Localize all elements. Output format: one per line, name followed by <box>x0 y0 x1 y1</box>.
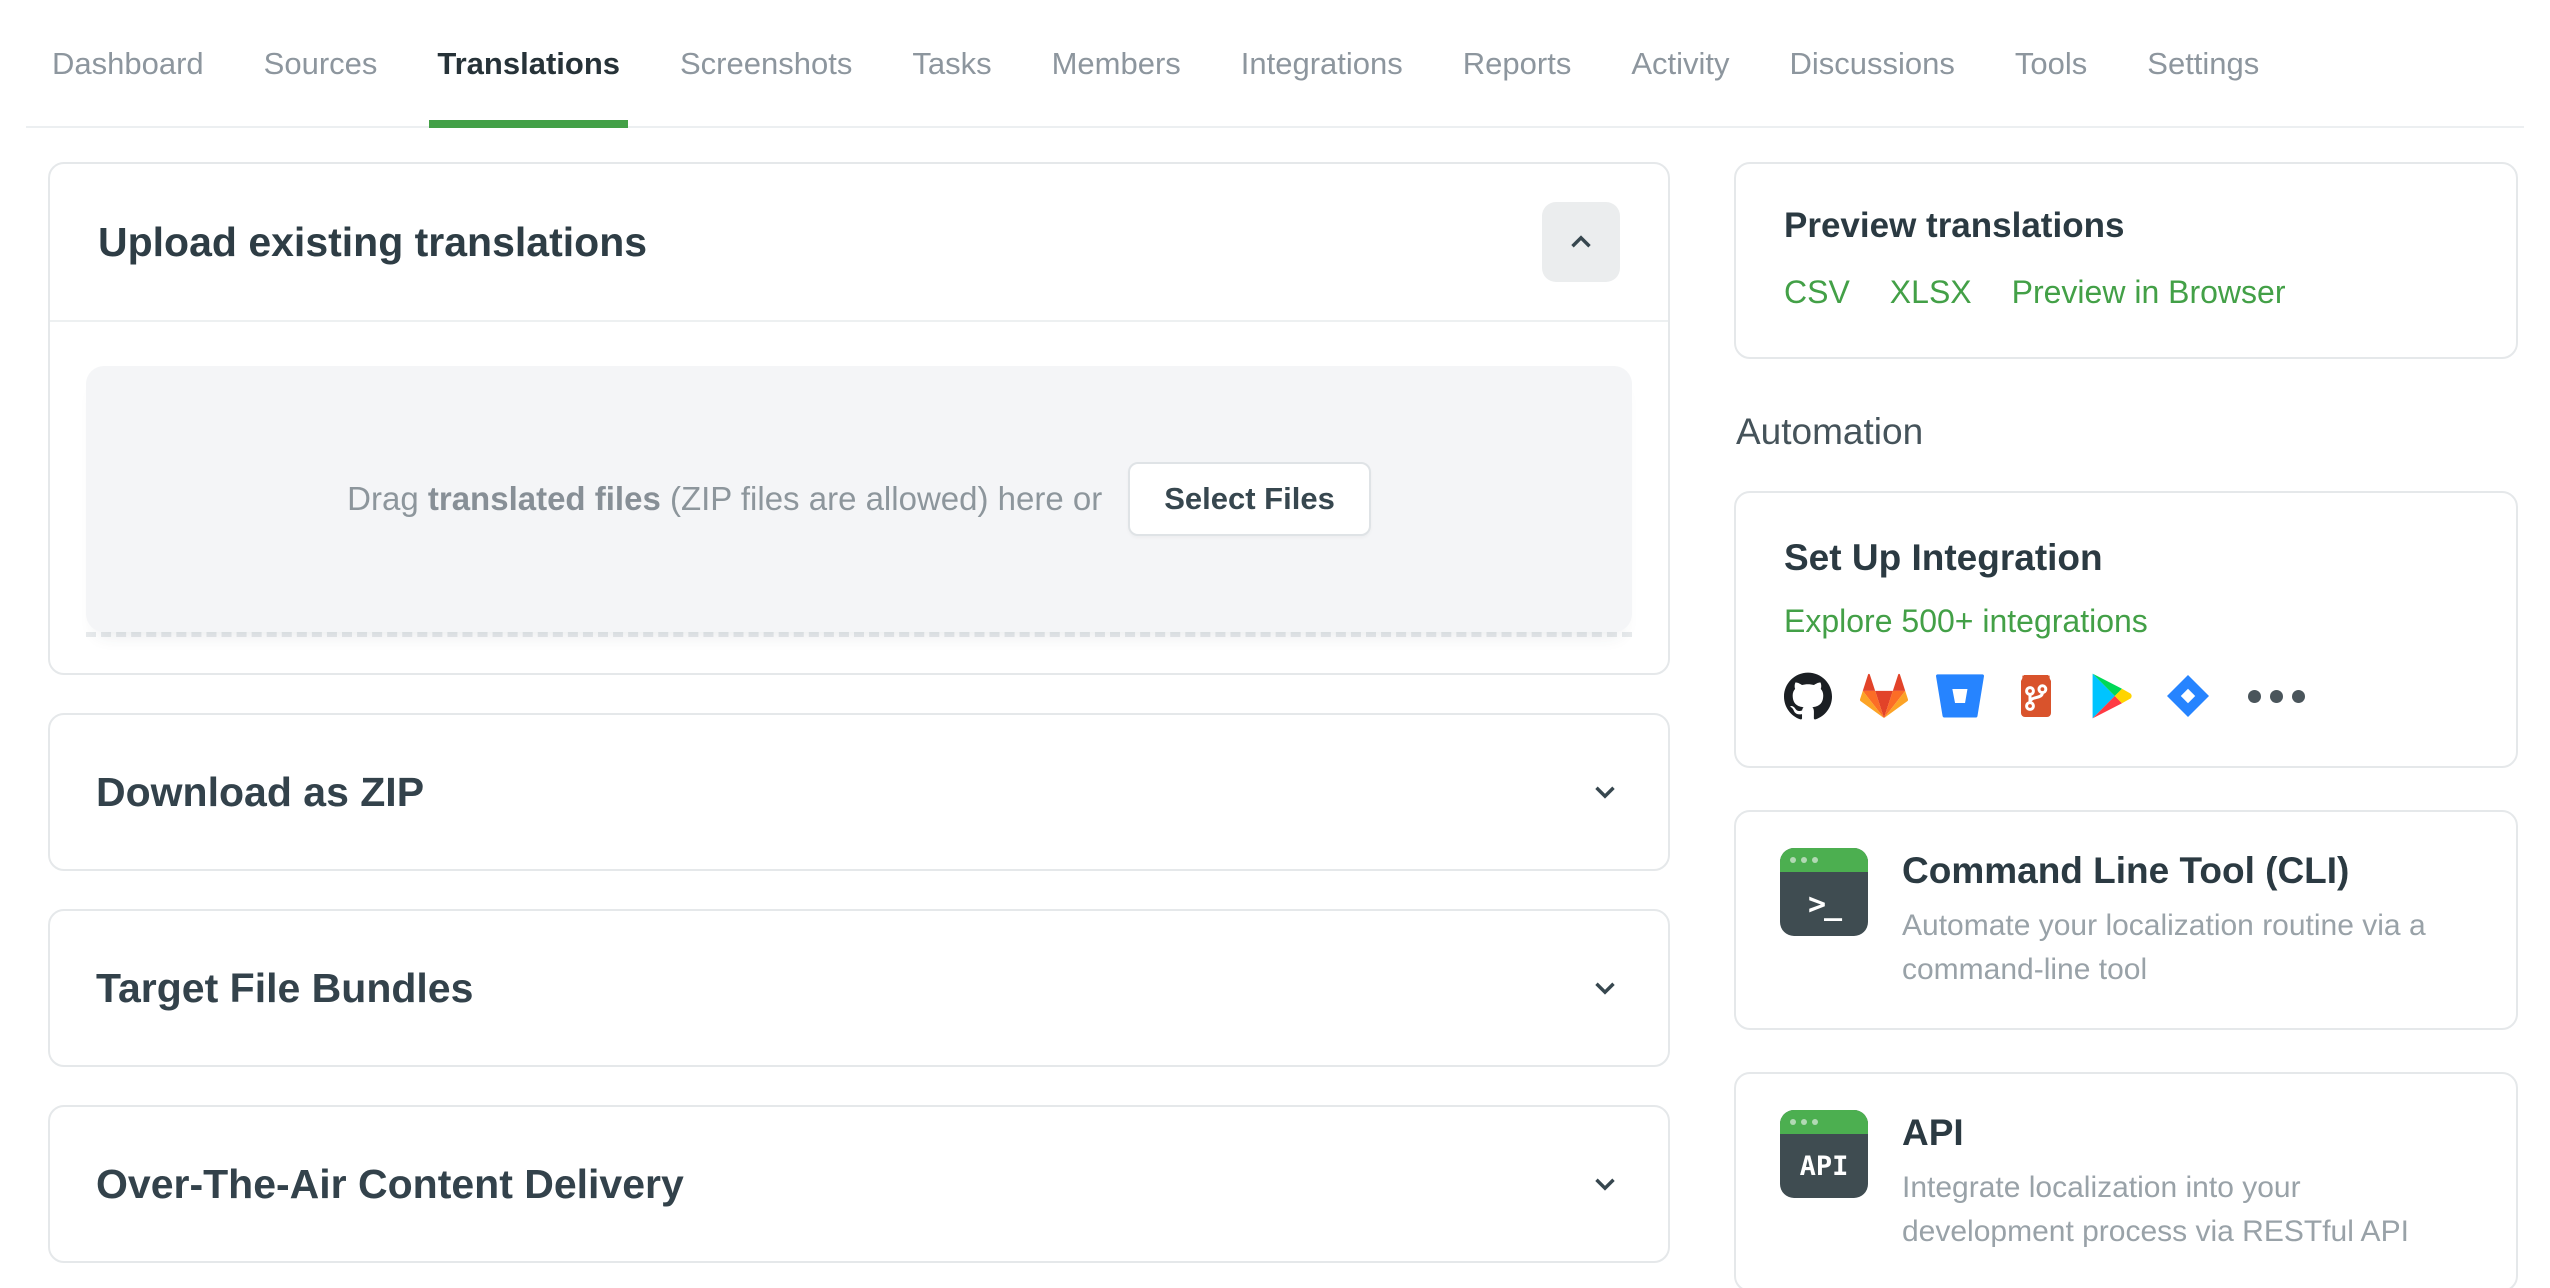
preview-csv-link[interactable]: CSV <box>1784 274 1850 311</box>
set-up-integration-card: Set Up Integration Explore 500+ integrat… <box>1734 491 2518 768</box>
project-tabs: Dashboard Sources Translations Screensho… <box>26 0 2524 128</box>
preview-links-row: CSV XLSX Preview in Browser <box>1784 274 2468 311</box>
api-card[interactable]: API API Integrate localization into your… <box>1734 1072 2518 1288</box>
tab-sources[interactable]: Sources <box>262 46 380 126</box>
github-icon[interactable] <box>1784 672 1832 720</box>
preview-xlsx-link[interactable]: XLSX <box>1890 274 1972 311</box>
dropzone-text-prefix: Drag <box>347 480 419 517</box>
google-play-icon[interactable] <box>2088 672 2136 720</box>
set-up-integration-title: Set Up Integration <box>1784 537 2103 578</box>
chevron-up-icon <box>1571 235 1591 248</box>
terminal-prompt: >_ <box>1807 886 1842 922</box>
preview-translations-title: Preview translations <box>1784 206 2125 245</box>
collapse-section-button[interactable] <box>1542 202 1620 282</box>
cli-card-text: Command Line Tool (CLI) Automate your lo… <box>1902 848 2472 992</box>
upload-card-title: Upload existing translations <box>98 218 648 265</box>
cli-tool-card[interactable]: >_ Command Line Tool (CLI) Automate your… <box>1734 810 2518 1031</box>
file-dropzone[interactable]: Drag translated files (ZIP files are all… <box>86 366 1632 632</box>
chevron-down-icon <box>1595 786 1615 799</box>
download-as-zip-section[interactable]: Download as ZIP <box>48 713 1670 871</box>
upload-card-header: Upload existing translations <box>50 164 1668 320</box>
api-card-description: Integrate localization into your develop… <box>1902 1171 2409 1249</box>
terminal-icon: >_ <box>1780 848 1868 936</box>
page-body: Upload existing translations Drag transl… <box>0 128 2550 1288</box>
explore-integrations-link[interactable]: Explore 500+ integrations <box>1784 603 2148 640</box>
integration-icons-row <box>1784 672 2468 720</box>
chevron-down-icon <box>1595 1178 1615 1191</box>
git-icon[interactable] <box>2012 672 2060 720</box>
terminal-titlebar <box>1780 848 1868 872</box>
section-title: Over-The-Air Content Delivery <box>96 1160 684 1207</box>
jira-icon[interactable] <box>2164 672 2212 720</box>
tab-dashboard[interactable]: Dashboard <box>50 46 206 126</box>
dropzone-text-suffix: (ZIP files are allowed) here or <box>669 480 1103 517</box>
tab-tasks[interactable]: Tasks <box>910 46 993 126</box>
target-file-bundles-section[interactable]: Target File Bundles <box>48 909 1670 1067</box>
select-files-button[interactable]: Select Files <box>1128 462 1371 536</box>
automation-heading: Automation <box>1736 411 1924 452</box>
translations-side-column: Preview translations CSV XLSX Preview in… <box>1734 162 2518 1288</box>
tab-tools[interactable]: Tools <box>2013 46 2089 126</box>
api-icon-titlebar <box>1780 1110 1868 1135</box>
translations-main-column: Upload existing translations Drag transl… <box>48 162 1670 1288</box>
tab-translations[interactable]: Translations <box>429 46 628 128</box>
bitbucket-icon[interactable] <box>1936 672 1984 720</box>
cli-card-title: Command Line Tool (CLI) <box>1902 850 2350 891</box>
dropzone-dashed-border: Drag translated files (ZIP files are all… <box>86 366 1632 637</box>
over-the-air-section[interactable]: Over-The-Air Content Delivery <box>48 1105 1670 1263</box>
section-title: Target File Bundles <box>96 964 474 1011</box>
upload-card-body: Drag translated files (ZIP files are all… <box>50 322 1668 673</box>
tab-reports[interactable]: Reports <box>1461 46 1574 126</box>
dropzone-text-bold: translated files <box>427 480 661 517</box>
tab-discussions[interactable]: Discussions <box>1788 46 1957 126</box>
gitlab-icon[interactable] <box>1860 672 1908 720</box>
api-card-title: API <box>1902 1112 1964 1154</box>
api-icon: API <box>1780 1110 1868 1199</box>
chevron-down-icon <box>1595 982 1615 995</box>
more-integrations-icon[interactable] <box>2248 689 2305 703</box>
upload-translations-card: Upload existing translations Drag transl… <box>48 162 1670 675</box>
tab-activity[interactable]: Activity <box>1629 46 1731 126</box>
section-title: Download as ZIP <box>96 768 425 815</box>
api-card-text: API Integrate localization into your dev… <box>1902 1110 2472 1254</box>
preview-in-browser-link[interactable]: Preview in Browser <box>2012 274 2286 311</box>
preview-translations-card: Preview translations CSV XLSX Preview in… <box>1734 162 2518 359</box>
tab-settings[interactable]: Settings <box>2145 46 2261 126</box>
tab-integrations[interactable]: Integrations <box>1239 46 1405 126</box>
dropzone-instruction: Drag translated files (ZIP files are all… <box>347 480 1102 518</box>
api-icon-label: API <box>1799 1150 1849 1182</box>
tab-members[interactable]: Members <box>1050 46 1183 126</box>
cli-card-description: Automate your localization routine via a… <box>1902 909 2426 987</box>
tab-screenshots[interactable]: Screenshots <box>678 46 854 126</box>
